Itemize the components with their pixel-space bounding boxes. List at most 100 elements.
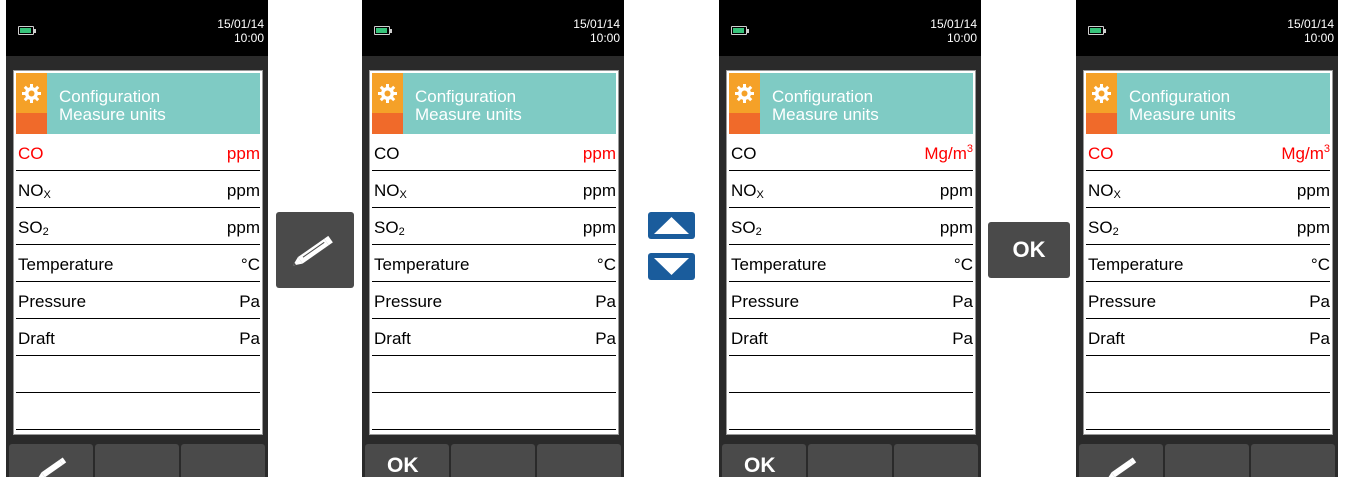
softkey-middle[interactable] (808, 444, 892, 477)
row-value: Pa (952, 292, 973, 311)
list-item[interactable]: NOX ppm (372, 171, 616, 208)
list-item[interactable]: Temperature °C (16, 245, 260, 282)
gear-icon (22, 84, 41, 103)
list-item[interactable]: Pressure Pa (372, 282, 616, 319)
row-label: CO (18, 144, 44, 163)
softkey-bar (6, 444, 268, 477)
row-value: ppm (582, 181, 616, 200)
time-text: 10:00 (589, 31, 620, 45)
list-item[interactable]: Draft Pa (1086, 319, 1330, 356)
row-value: Pa (239, 292, 260, 311)
screen-body: Configuration Measure units CO ppm NOX ppm SO2… (362, 56, 624, 477)
row-label: Pressure (1088, 292, 1157, 311)
arrow-down-button[interactable] (648, 253, 695, 280)
softkey-left[interactable]: OK (365, 444, 449, 477)
menu-panel: Configuration Measure units CO Mg/m3 NOX ppm S… (726, 70, 976, 435)
battery-icon (374, 26, 392, 35)
softkey-middle[interactable] (451, 444, 535, 477)
ok-key-label: OK (1012, 237, 1046, 262)
row-label: Temperature (1088, 255, 1184, 274)
row-value: Mg/m3 (1281, 143, 1330, 164)
row-label: SO2 (18, 218, 49, 238)
row-label: NOX (18, 181, 51, 201)
row-label: Draft (731, 329, 768, 348)
gear-icon (735, 84, 754, 103)
list-item[interactable]: Draft Pa (729, 319, 973, 356)
ok-key[interactable]: OK (988, 222, 1070, 278)
list-item[interactable]: CO ppm (16, 134, 260, 171)
screen-body: Configuration Measure units CO Mg/m3 NOX ppm S… (719, 56, 981, 477)
list-item[interactable]: Temperature °C (1086, 245, 1330, 282)
list-item[interactable]: SO2 ppm (372, 208, 616, 245)
battery-icon (1088, 26, 1106, 35)
row-value: ppm (226, 144, 260, 163)
softkey-left[interactable]: OK (722, 444, 806, 477)
softkey-left[interactable] (1079, 444, 1163, 477)
softkey-middle[interactable] (95, 444, 179, 477)
list-item[interactable]: NOX ppm (1086, 171, 1330, 208)
row-value: Pa (239, 329, 260, 348)
device-screen: 15/01/14 10:00 Configuration Measure units C… (1076, 0, 1338, 477)
date-text: 15/01/14 (217, 17, 264, 31)
row-value: ppm (226, 181, 260, 200)
list-item[interactable]: CO ppm (372, 134, 616, 171)
row-label-subscript: X (399, 189, 407, 201)
row-label: Draft (1088, 329, 1125, 348)
edit-key[interactable] (276, 212, 354, 288)
row-label: NOX (374, 181, 407, 201)
time-text: 10:00 (233, 31, 264, 45)
menu-panel: Configuration Measure units CO Mg/m3 NOX ppm S… (1083, 70, 1333, 435)
list-item[interactable]: Temperature °C (729, 245, 973, 282)
row-value: Mg/m3 (924, 143, 973, 164)
list-item[interactable]: SO2 ppm (1086, 208, 1330, 245)
row-label-subscript: 2 (1112, 226, 1119, 238)
device-screen: 15/01/14 10:00 Configuration Measure units C… (362, 0, 624, 477)
row-value: ppm (1296, 181, 1330, 200)
screen-body: Configuration Measure units CO Mg/m3 NOX ppm S… (1076, 56, 1338, 477)
softkey-ok-label: OK (387, 454, 419, 477)
row-label: Pressure (18, 292, 87, 311)
screen-body: Configuration Measure units CO ppm NOX ppm SO2… (6, 56, 268, 477)
row-label: CO (1088, 144, 1114, 163)
date-text: 15/01/14 (1287, 17, 1334, 31)
date-text: 15/01/14 (930, 17, 977, 31)
list-item[interactable]: Pressure Pa (16, 282, 260, 319)
row-value: °C (1310, 255, 1330, 274)
row-value: Pa (1309, 329, 1330, 348)
list-item[interactable]: NOX ppm (16, 171, 260, 208)
list-item[interactable]: SO2 ppm (729, 208, 973, 245)
softkey-left[interactable] (9, 444, 93, 477)
softkey-right[interactable] (894, 444, 978, 477)
empty-row (729, 356, 973, 393)
time-text: 10:00 (1303, 31, 1334, 45)
list-item[interactable]: CO Mg/m3 (729, 134, 973, 171)
softkey-middle[interactable] (1165, 444, 1249, 477)
list-item[interactable]: SO2 ppm (16, 208, 260, 245)
row-label: SO2 (731, 218, 762, 238)
list-item[interactable]: Draft Pa (372, 319, 616, 356)
panel-title-line1: Configuration (1129, 87, 1231, 106)
arrow-up-button[interactable] (648, 212, 695, 239)
row-label: Temperature (731, 255, 827, 274)
list-item[interactable]: Pressure Pa (729, 282, 973, 319)
empty-row (1086, 393, 1330, 430)
time-text: 10:00 (946, 31, 977, 45)
row-label-subscript: X (43, 189, 51, 201)
softkey-right[interactable] (181, 444, 265, 477)
pencil-icon (292, 235, 333, 266)
panel-title: Configuration Measure units (59, 88, 166, 124)
list-item[interactable]: Draft Pa (16, 319, 260, 356)
gear-badge (372, 73, 403, 134)
datetime: 15/01/14 10:00 (930, 17, 977, 45)
list-item[interactable]: CO Mg/m3 (1086, 134, 1330, 171)
list-item[interactable]: NOX ppm (729, 171, 973, 208)
battery-icon (18, 26, 36, 35)
datetime: 15/01/14 10:00 (573, 17, 620, 45)
list-item[interactable]: Temperature °C (372, 245, 616, 282)
panel-title: Configuration Measure units (772, 88, 879, 124)
row-label: Draft (18, 329, 55, 348)
softkey-ok-label: OK (744, 454, 776, 477)
softkey-right[interactable] (1251, 444, 1335, 477)
softkey-right[interactable] (537, 444, 621, 477)
list-item[interactable]: Pressure Pa (1086, 282, 1330, 319)
